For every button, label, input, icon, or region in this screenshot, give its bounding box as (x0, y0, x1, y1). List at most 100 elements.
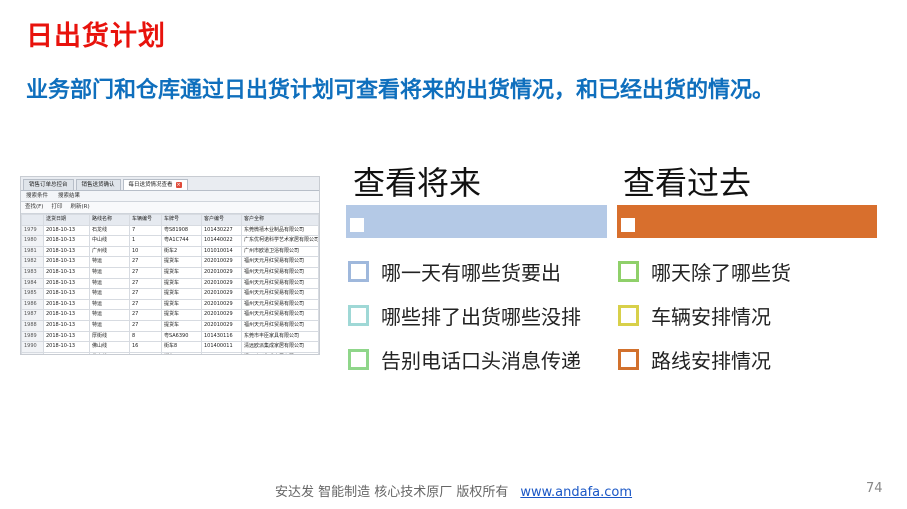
table-cell: 特运 (89, 319, 130, 332)
table-cell: 2018-10-13 (43, 298, 90, 311)
refresh-button[interactable]: 刷新(R) (66, 202, 93, 213)
table-cell: 特运 (89, 309, 130, 321)
tab-label: 每日送货情况查看 (128, 182, 173, 188)
table-cell: 1991 (21, 351, 44, 354)
table-cell: 东莞市丰臣家具有限公司 (241, 330, 319, 343)
slide-title: 日出货计划 (26, 21, 166, 52)
table-cell: 清远欧派集成家居有限公司 (241, 351, 319, 354)
column-header[interactable]: 车辆编号 (129, 214, 162, 226)
table-cell: 1981 (21, 245, 44, 258)
checkbox-icon (348, 260, 369, 282)
item-label: 哪一天有哪些货要出 (381, 260, 561, 285)
print-button[interactable]: 打印 (47, 202, 66, 213)
table-cell: 1986 (21, 298, 44, 311)
table-row[interactable]: 1985 2018-10-13 特运 27 提货车 202010029 福州天元月红贸易有限… (21, 288, 319, 300)
table-cell: 特运 (89, 277, 130, 290)
table-cell: 202010029 (201, 319, 242, 332)
close-icon[interactable]: × (175, 182, 182, 188)
table-cell: 福州天元月红贸易有限公司 (241, 288, 319, 300)
table-cell: 1990 (21, 341, 44, 353)
list-item: 路线安排情况 (618, 346, 791, 373)
table-cell: 1983 (21, 266, 44, 279)
list-item: 告别电话口头消息传递 (348, 346, 581, 373)
table-cell: 202010029 (201, 266, 242, 279)
table-cell: 福州天元月红贸易有限公司 (241, 256, 319, 268)
table-row[interactable]: 1981 2018-10-13 广州线 10 街车2 101010014 广州市欧道卫浴有限… (21, 245, 319, 258)
subtab-search-results[interactable]: 搜索结果 (53, 191, 85, 201)
table-row[interactable]: 19912018-10-13佛山线16街车8101400011清远欧派集成家居有… (21, 351, 319, 354)
table-cell: 2018-10-13 (43, 266, 90, 279)
table-cell: 101430227 (201, 224, 242, 237)
subtab-search-conditions[interactable]: 搜索条件 (21, 191, 53, 201)
table-cell: 广州线 (89, 245, 130, 258)
item-label: 车辆安排情况 (651, 304, 771, 329)
list-item: 哪天除了哪些货 (618, 258, 791, 285)
table-header-row: 送货日期 路线名称 车辆编号 车牌号 客户编号 客户全称 (21, 214, 319, 226)
list-item: 车辆安排情况 (618, 302, 791, 329)
table-cell: 福州天元月红贸易有限公司 (241, 319, 319, 332)
list-item: 哪些排了出货哪些没排 (348, 302, 581, 329)
table-cell: 福州天元月红贸易有限公司 (241, 277, 319, 290)
tab-label: 销售送货确认 (81, 182, 115, 188)
table-cell: 厚街线 (89, 330, 130, 343)
table-cell: 佛山线 (89, 351, 130, 354)
table-cell: 提货车 (161, 309, 202, 321)
table-cell: 101010014 (201, 245, 242, 258)
table-cell: 2018-10-13 (43, 330, 90, 343)
table-cell: 27 (129, 277, 162, 290)
subtab-bar: 搜索条件 搜索结果 (21, 191, 319, 202)
table-row[interactable]: 1979 2018-10-13 石龙线 7 粤S81908 101430227 东莞微禧木业… (21, 224, 319, 237)
tab-sales-console[interactable]: 销售订单总控台 (23, 179, 74, 190)
table-cell: 2018-10-13 (43, 288, 90, 300)
table-cell: 广东优柯诺科学艺术家居有限公司 (241, 235, 319, 247)
square-icon (621, 218, 635, 232)
column-header[interactable]: 客户编号 (201, 214, 242, 226)
checkbox-icon (348, 304, 369, 326)
table-cell: 202010029 (201, 277, 242, 290)
footer-link[interactable]: www.andafa.com (520, 485, 632, 500)
table-row[interactable]: 1980 2018-10-13 中山线 1 粤A1C744 101440022 广东优柯诺科… (21, 235, 319, 247)
table-cell: 1988 (21, 319, 44, 332)
table-cell: 福州天元月红贸易有限公司 (241, 298, 319, 311)
footer: 安达发 智能制造 核心技术原厂 版权所有 www.andafa.com (0, 481, 907, 500)
delivery-table: 送货日期 路线名称 车辆编号 车牌号 客户编号 客户全称 1979 2018-10-13 石龙… (21, 214, 319, 354)
table-cell: 101430116 (201, 330, 242, 343)
table-row[interactable]: 1989 2018-10-13 厚街线 8 粤SA6390 101430116 东莞市丰臣家… (21, 330, 319, 343)
table-cell: 提货车 (161, 298, 202, 311)
table-cell: 粤S81908 (161, 224, 202, 237)
table-cell: 27 (129, 256, 162, 268)
table-row[interactable]: 1983 2018-10-13 特运 27 提货车 202010029 福州天元月红贸易有限… (21, 266, 319, 279)
table-cell: 广州市欧道卫浴有限公司 (241, 245, 319, 258)
table-cell: 202010029 (201, 298, 242, 311)
column-header[interactable]: 路线名称 (89, 214, 130, 226)
table-cell: 街车2 (161, 245, 202, 258)
future-header-bar (346, 205, 607, 238)
table-row[interactable]: 1986 2018-10-13 特运 27 提货车 202010029 福州天元月红贸易有限… (21, 298, 319, 311)
table-row[interactable]: 1984 2018-10-13 特运 27 提货车 202010029 福州天元月红贸易有限… (21, 277, 319, 290)
table-row[interactable]: 1988 2018-10-13 特运 27 提货车 202010029 福州天元月红贸易有限… (21, 319, 319, 332)
table-cell: 2018-10-13 (43, 341, 90, 353)
table-cell: 佛山线 (89, 341, 130, 353)
tab-daily-delivery[interactable]: 每日送货情况查看 × (122, 179, 188, 190)
table-cell: 粤SA6390 (161, 330, 202, 343)
table-row[interactable]: 1987 2018-10-13 特运 27 提货车 202010029 福州天元月红贸易有限… (21, 309, 319, 321)
table-cell: 东莞微禧木业制品有限公司 (241, 224, 319, 237)
table-row[interactable]: 1982 2018-10-13 特运 27 提货车 202010029 福州天元月红贸易有限… (21, 256, 319, 268)
table-cell: 1982 (21, 256, 44, 268)
tab-delivery-confirm[interactable]: 销售送货确认 (75, 179, 121, 190)
column-header[interactable]: 客户全称 (241, 214, 319, 226)
table-row[interactable]: 1990 2018-10-13 佛山线 16 街车8 101400011 清远欧派集成家居有… (21, 341, 319, 353)
find-button[interactable]: 查找(F) (21, 202, 47, 213)
table-cell: 2018-10-13 (43, 309, 90, 321)
table-cell: 福州天元月红贸易有限公司 (241, 266, 319, 279)
table-cell: 1979 (21, 224, 44, 237)
table-cell: 202010029 (201, 256, 242, 268)
table-cell: 27 (129, 288, 162, 300)
column-header[interactable] (21, 214, 44, 226)
table-cell: 特运 (89, 298, 130, 311)
column-header[interactable]: 车牌号 (161, 214, 202, 226)
table-cell: 7 (129, 224, 162, 237)
column-header[interactable]: 送货日期 (43, 214, 90, 226)
table-cell: 2018-10-13 (43, 277, 90, 290)
checkbox-icon (618, 348, 639, 370)
